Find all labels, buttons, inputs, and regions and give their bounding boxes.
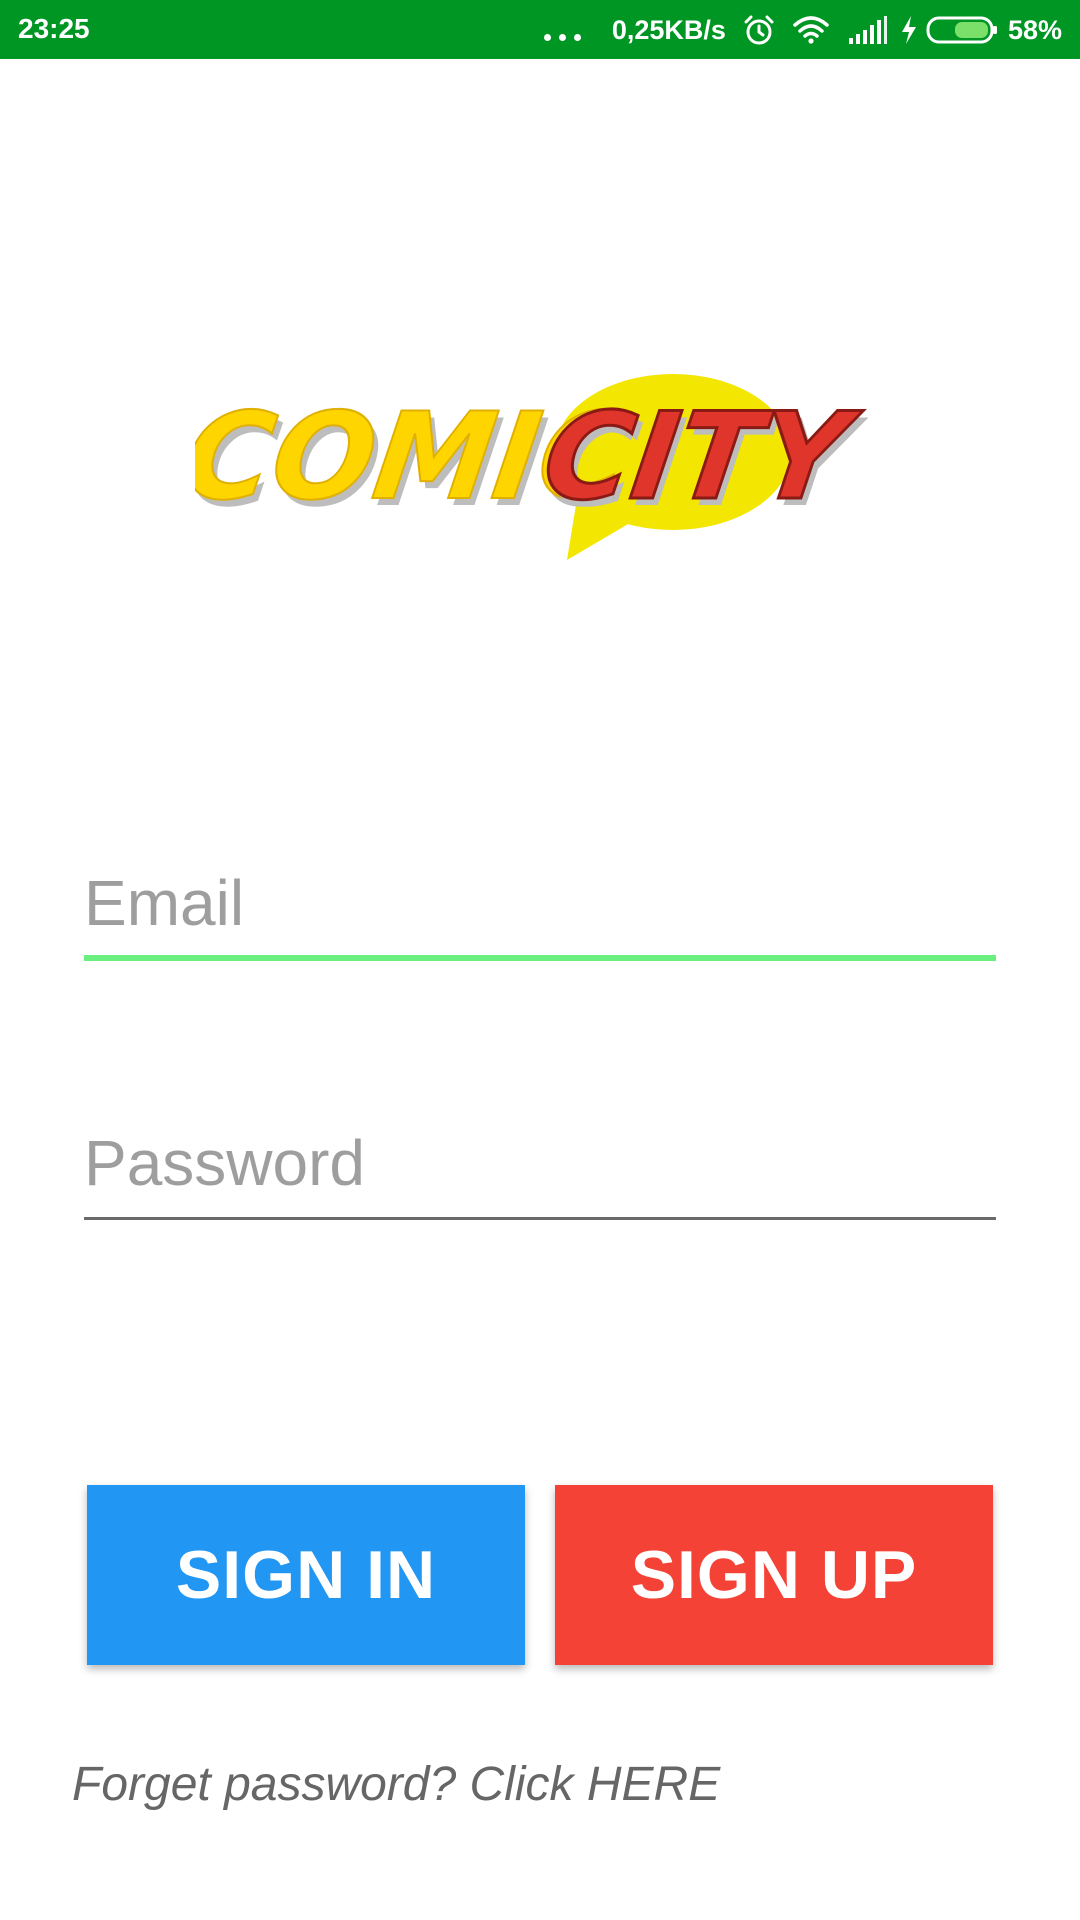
email-input[interactable]	[84, 855, 996, 951]
comic-city-logo: COMIC COMIC CITY CITY	[175, 360, 895, 580]
alarm-icon	[742, 0, 776, 59]
email-underline	[84, 955, 996, 961]
network-speed: 0,25KB/s	[611, 14, 726, 45]
status-time: 23:25	[18, 13, 90, 44]
password-underline	[84, 1217, 996, 1220]
status-icons: 0,25KB/s 58%	[542, 0, 1062, 59]
password-input[interactable]	[84, 1115, 996, 1211]
battery-icon	[926, 0, 998, 59]
email-field	[84, 855, 996, 965]
sign-up-button[interactable]: SIGN UP	[555, 1485, 993, 1665]
logo-city-text: CITY	[536, 388, 868, 527]
battery-percent: 58%	[1007, 14, 1062, 45]
password-field	[84, 1115, 996, 1225]
charging-icon	[900, 0, 918, 59]
wifi-icon	[792, 0, 830, 59]
forgot-password-link[interactable]: Forget password? Click HERE	[72, 1757, 720, 1812]
status-bar: 23:25 0,25KB/s 58%	[0, 0, 1080, 59]
signal-icon	[848, 0, 888, 59]
more-dots-icon	[542, 15, 586, 45]
sign-in-button[interactable]: SIGN IN	[87, 1485, 525, 1665]
